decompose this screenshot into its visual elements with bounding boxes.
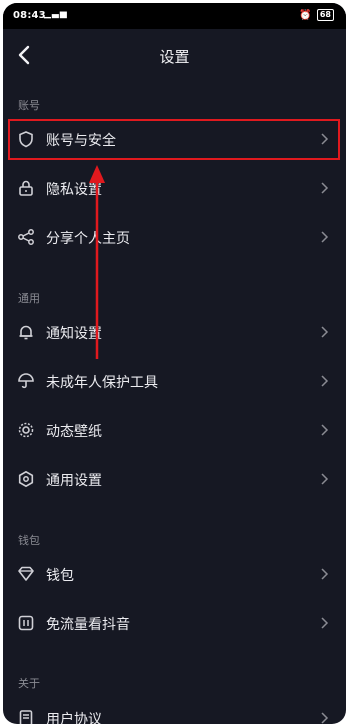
wallpaper-icon <box>17 421 35 439</box>
page-title: 设置 <box>159 48 190 66</box>
battery-indicator: 68 <box>316 9 334 21</box>
settings-screen: 08:43 ▁▃▅ ⏰ 68 设置 账号 账号与安全 隐私设置 分享个人主页 通… <box>3 3 346 724</box>
menu-item-label: 动态壁纸 <box>46 424 102 440</box>
document-icon <box>17 709 35 724</box>
chevron-right-icon <box>320 711 330 724</box>
chevron-right-icon <box>320 181 330 195</box>
data-free-icon <box>17 614 35 632</box>
section-title-wallet: 钱包 <box>18 534 40 547</box>
chevron-right-icon <box>320 472 330 486</box>
chevron-right-icon <box>320 374 330 388</box>
menu-item-notifications[interactable]: 通知设置 <box>3 309 346 357</box>
menu-item-minor-protection[interactable]: 未成年人保护工具 <box>3 358 346 406</box>
menu-item-wallet[interactable]: 钱包 <box>3 551 346 599</box>
chevron-right-icon <box>320 567 330 581</box>
alarm-icon: ⏰ <box>299 9 312 21</box>
menu-item-user-agreement[interactable]: 用户协议 <box>3 695 346 724</box>
chevron-right-icon <box>320 423 330 437</box>
highlight-box <box>8 119 340 160</box>
menu-item-label: 用户协议 <box>46 712 102 724</box>
menu-item-label: 通用设置 <box>46 473 102 489</box>
menu-item-label: 未成年人保护工具 <box>46 375 158 391</box>
annotation-arrow-icon <box>89 165 105 359</box>
chevron-right-icon <box>320 616 330 630</box>
menu-item-label: 免流量看抖音 <box>46 617 130 633</box>
section-title-about: 关于 <box>18 677 40 690</box>
status-time: 08:43 <box>13 10 46 21</box>
menu-item-data-free[interactable]: 免流量看抖音 <box>3 600 346 648</box>
menu-item-general-settings[interactable]: 通用设置 <box>3 456 346 504</box>
header: 设置 <box>3 29 346 81</box>
umbrella-icon <box>17 372 35 390</box>
status-bar: 08:43 ▁▃▅ ⏰ 68 <box>3 3 346 29</box>
menu-item-share-profile[interactable]: 分享个人主页 <box>3 214 346 262</box>
signal-icon: ▁▃▅ <box>44 9 68 19</box>
menu-item-live-wallpaper[interactable]: 动态壁纸 <box>3 407 346 455</box>
status-right-icons: ⏰ 68 <box>299 9 334 21</box>
menu-item-privacy[interactable]: 隐私设置 <box>3 165 346 213</box>
section-title-general: 通用 <box>18 292 40 305</box>
bell-icon <box>17 323 35 341</box>
section-title-account: 账号 <box>18 99 40 112</box>
chevron-right-icon <box>320 325 330 339</box>
chevron-right-icon <box>320 230 330 244</box>
hexagon-settings-icon <box>17 470 35 488</box>
diamond-icon <box>17 565 35 583</box>
lock-icon <box>17 179 35 197</box>
menu-item-label: 钱包 <box>46 568 74 584</box>
share-icon <box>17 228 35 246</box>
